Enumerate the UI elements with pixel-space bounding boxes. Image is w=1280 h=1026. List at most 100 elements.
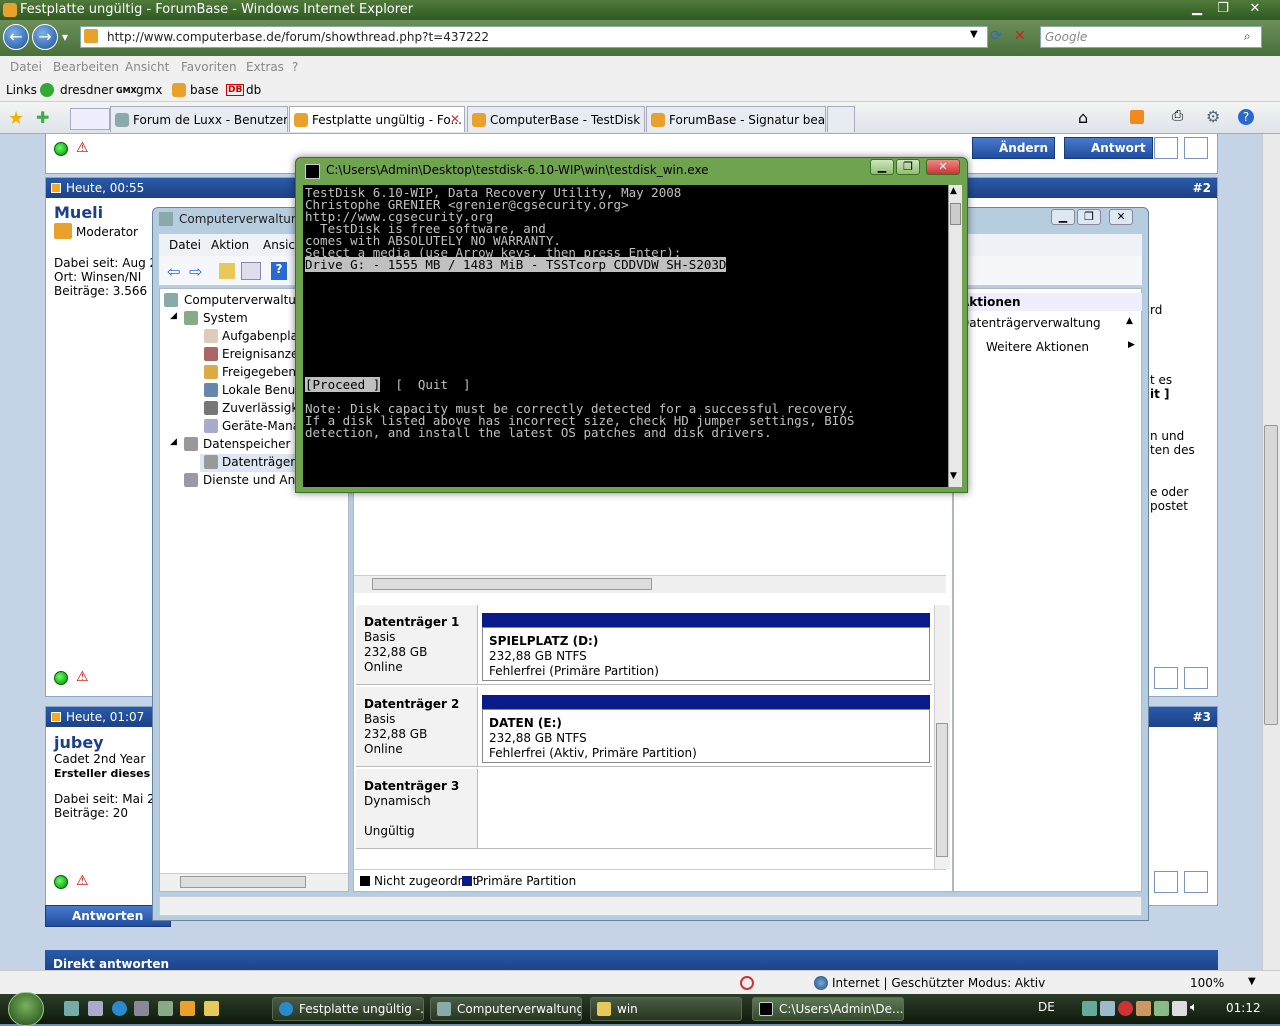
print-icon[interactable]: ⎙ [1172, 108, 1183, 124]
tray-app-icon[interactable] [1100, 1001, 1115, 1016]
ie-quicklaunch-icon[interactable] [112, 1001, 127, 1016]
help-icon[interactable]: ? [1238, 109, 1254, 125]
taskbar-item-win-folder[interactable]: win [590, 997, 742, 1021]
show-desktop-icon[interactable] [64, 1001, 79, 1016]
home-icon[interactable]: ⌂ [1078, 108, 1088, 127]
submenu-arrow-icon[interactable]: ▶ [1128, 340, 1135, 350]
quote-button[interactable] [1184, 667, 1208, 689]
tray-app-icon[interactable] [1172, 1001, 1187, 1016]
tree-item-aufgabenplanung[interactable]: Aufgabenplan [222, 329, 306, 343]
popup-blocker-icon[interactable] [740, 976, 754, 990]
maximize-button[interactable]: ❐ [1210, 0, 1236, 18]
quick-tabs-button[interactable] [70, 108, 110, 130]
more-actions[interactable]: Weitere Aktionen [954, 337, 1142, 357]
disk-row-2[interactable]: Datenträger 2 Basis 232,88 GB Online DAT… [356, 687, 932, 767]
post-number[interactable]: #2 [1193, 181, 1211, 195]
stop-icon[interactable]: ✕ [1014, 28, 1032, 46]
tab-festplatte-ungueltig[interactable]: Festplatte ungültig - Fo... ✕ [289, 106, 465, 132]
tray-security-icon[interactable] [1118, 1001, 1133, 1016]
console-scroll-thumb[interactable] [950, 203, 961, 225]
menu-help[interactable]: ? [292, 60, 298, 74]
maximize-button[interactable]: ❐ [1077, 209, 1101, 225]
link-gmx[interactable]: gmx [136, 83, 162, 97]
console-output[interactable]: TestDisk 6.10-WIP, Data Recovery Utility… [303, 185, 948, 487]
partition-d[interactable]: SPIELPLATZ (D:) 232,88 GB NTFS Fehlerfre… [482, 613, 930, 683]
computer-quicklaunch-icon[interactable] [134, 1001, 149, 1016]
disk-row-3[interactable]: Datenträger 3 Dynamisch Ungültig [356, 769, 932, 849]
andern-button[interactable]: Ändern [972, 137, 1056, 159]
media-quicklaunch-icon[interactable] [204, 1001, 219, 1016]
taskbar-item-ie[interactable]: Festplatte ungültig -... [272, 997, 424, 1021]
tab-forum-de-luxx[interactable]: Forum de Luxx - Benutzerk... [110, 106, 288, 132]
tools-gear-icon[interactable]: ⚙ [1206, 107, 1220, 126]
antwort-button[interactable]: Antwort [1064, 137, 1153, 159]
minimize-button[interactable]: ▁ [1184, 0, 1210, 18]
tray-app-icon[interactable] [1136, 1001, 1151, 1016]
report-icon[interactable]: ⚠ [76, 140, 90, 156]
page-scrollbar-thumb[interactable] [1264, 425, 1278, 725]
forward-button[interactable]: → [32, 24, 58, 50]
start-button[interactable] [8, 992, 44, 1026]
menu-bearbeiten[interactable]: Bearbeiten [53, 60, 119, 74]
quote-button[interactable] [1184, 871, 1208, 893]
partition-e[interactable]: DATEN (E:) 232,88 GB NTFS Fehlerfrei (Ak… [482, 695, 930, 765]
tray-app-icon[interactable] [1154, 1001, 1169, 1016]
tree-item-freigegebene-ordner[interactable]: Freigegebene [222, 365, 303, 379]
proceed-option[interactable]: [Proceed ] [305, 377, 381, 392]
back-button[interactable]: ← [3, 24, 29, 50]
taskbar-item-computerverwaltung[interactable]: Computerverwaltung [430, 997, 582, 1021]
tab-close-icon[interactable]: ✕ [450, 112, 460, 126]
actions-section[interactable]: Datenträgerverwaltung [954, 313, 1142, 333]
scroll-down-icon[interactable]: ▼ [950, 471, 957, 481]
tree-item-system[interactable]: System [203, 311, 248, 325]
menu-ansicht[interactable]: Ansicht [125, 60, 169, 74]
multiquote-button[interactable] [1154, 667, 1178, 689]
volume-list-hscroll-thumb[interactable] [372, 578, 652, 590]
search-input[interactable]: Google [1040, 26, 1262, 48]
recent-pages-dropdown-icon[interactable]: ▾ [62, 30, 68, 44]
app-quicklaunch-icon[interactable] [180, 1001, 195, 1016]
switch-windows-icon[interactable] [88, 1001, 103, 1016]
refresh-icon[interactable]: ⟳ [990, 28, 1008, 46]
menu-favoriten[interactable]: Favoriten [181, 60, 237, 74]
tree-item-zuverlaessigkeit[interactable]: Zuverlässigke [222, 401, 305, 415]
search-icon[interactable]: ⌕ [1244, 29, 1251, 44]
drive-selection[interactable]: Drive G: - 1555 MB / 1483 MiB - TSSTcorp… [305, 257, 727, 272]
menu-aktion[interactable]: Aktion [211, 238, 249, 252]
input-language[interactable]: DE [1038, 1000, 1055, 1014]
menu-datei[interactable]: Datei [10, 60, 42, 74]
close-button[interactable]: ✕ [926, 159, 960, 175]
username[interactable]: jubey [54, 733, 104, 752]
up-folder-icon[interactable] [219, 263, 235, 279]
clock[interactable]: 01:12 [1226, 1001, 1261, 1015]
tab-forumbase-signatur[interactable]: ForumBase - Signatur bear... [646, 106, 826, 132]
menu-extras[interactable]: Extras [246, 60, 284, 74]
report-icon[interactable]: ⚠ [76, 873, 90, 889]
tree-item-datenspeicher[interactable]: Datenspeicher [203, 437, 290, 451]
tray-network-icon[interactable] [1082, 1001, 1097, 1016]
back-icon[interactable]: ⇦ [167, 262, 180, 281]
zoom-dropdown-icon[interactable]: ▼ [1248, 976, 1256, 987]
link-db[interactable]: db [246, 83, 261, 97]
security-zone-label[interactable]: Internet | Geschützter Modus: Aktiv [832, 976, 1045, 990]
help-icon[interactable]: ? [271, 262, 287, 280]
new-tab-button[interactable] [827, 106, 855, 132]
console-scrollbar[interactable]: ▲ ▼ [948, 185, 962, 487]
collapse-icon[interactable]: ◢ [170, 311, 177, 321]
close-button[interactable]: ✕ [1242, 0, 1268, 18]
forward-icon[interactable]: ⇨ [189, 262, 202, 281]
multiquote-button[interactable] [1154, 871, 1178, 893]
close-button[interactable]: ✕ [1109, 209, 1133, 225]
minimize-button[interactable]: ▁ [1051, 209, 1075, 225]
explorer-quicklaunch-icon[interactable] [158, 1001, 173, 1016]
link-dresdner[interactable]: dresdner [60, 83, 113, 97]
post-number[interactable]: #3 [1193, 710, 1211, 724]
menu-datei[interactable]: Datei [169, 238, 201, 252]
report-icon[interactable]: ⚠ [76, 669, 90, 685]
tab-computerbase-testdisk[interactable]: ComputerBase - TestDisk ... [467, 106, 645, 132]
quit-option[interactable]: [ Quit ] [395, 377, 470, 392]
minimize-button[interactable]: ▁ [870, 159, 894, 175]
disk-row-1[interactable]: Datenträger 1 Basis 232,88 GB Online SPI… [356, 605, 932, 685]
address-dropdown-icon[interactable]: ▼ [970, 29, 978, 40]
quote-button[interactable] [1184, 137, 1208, 159]
